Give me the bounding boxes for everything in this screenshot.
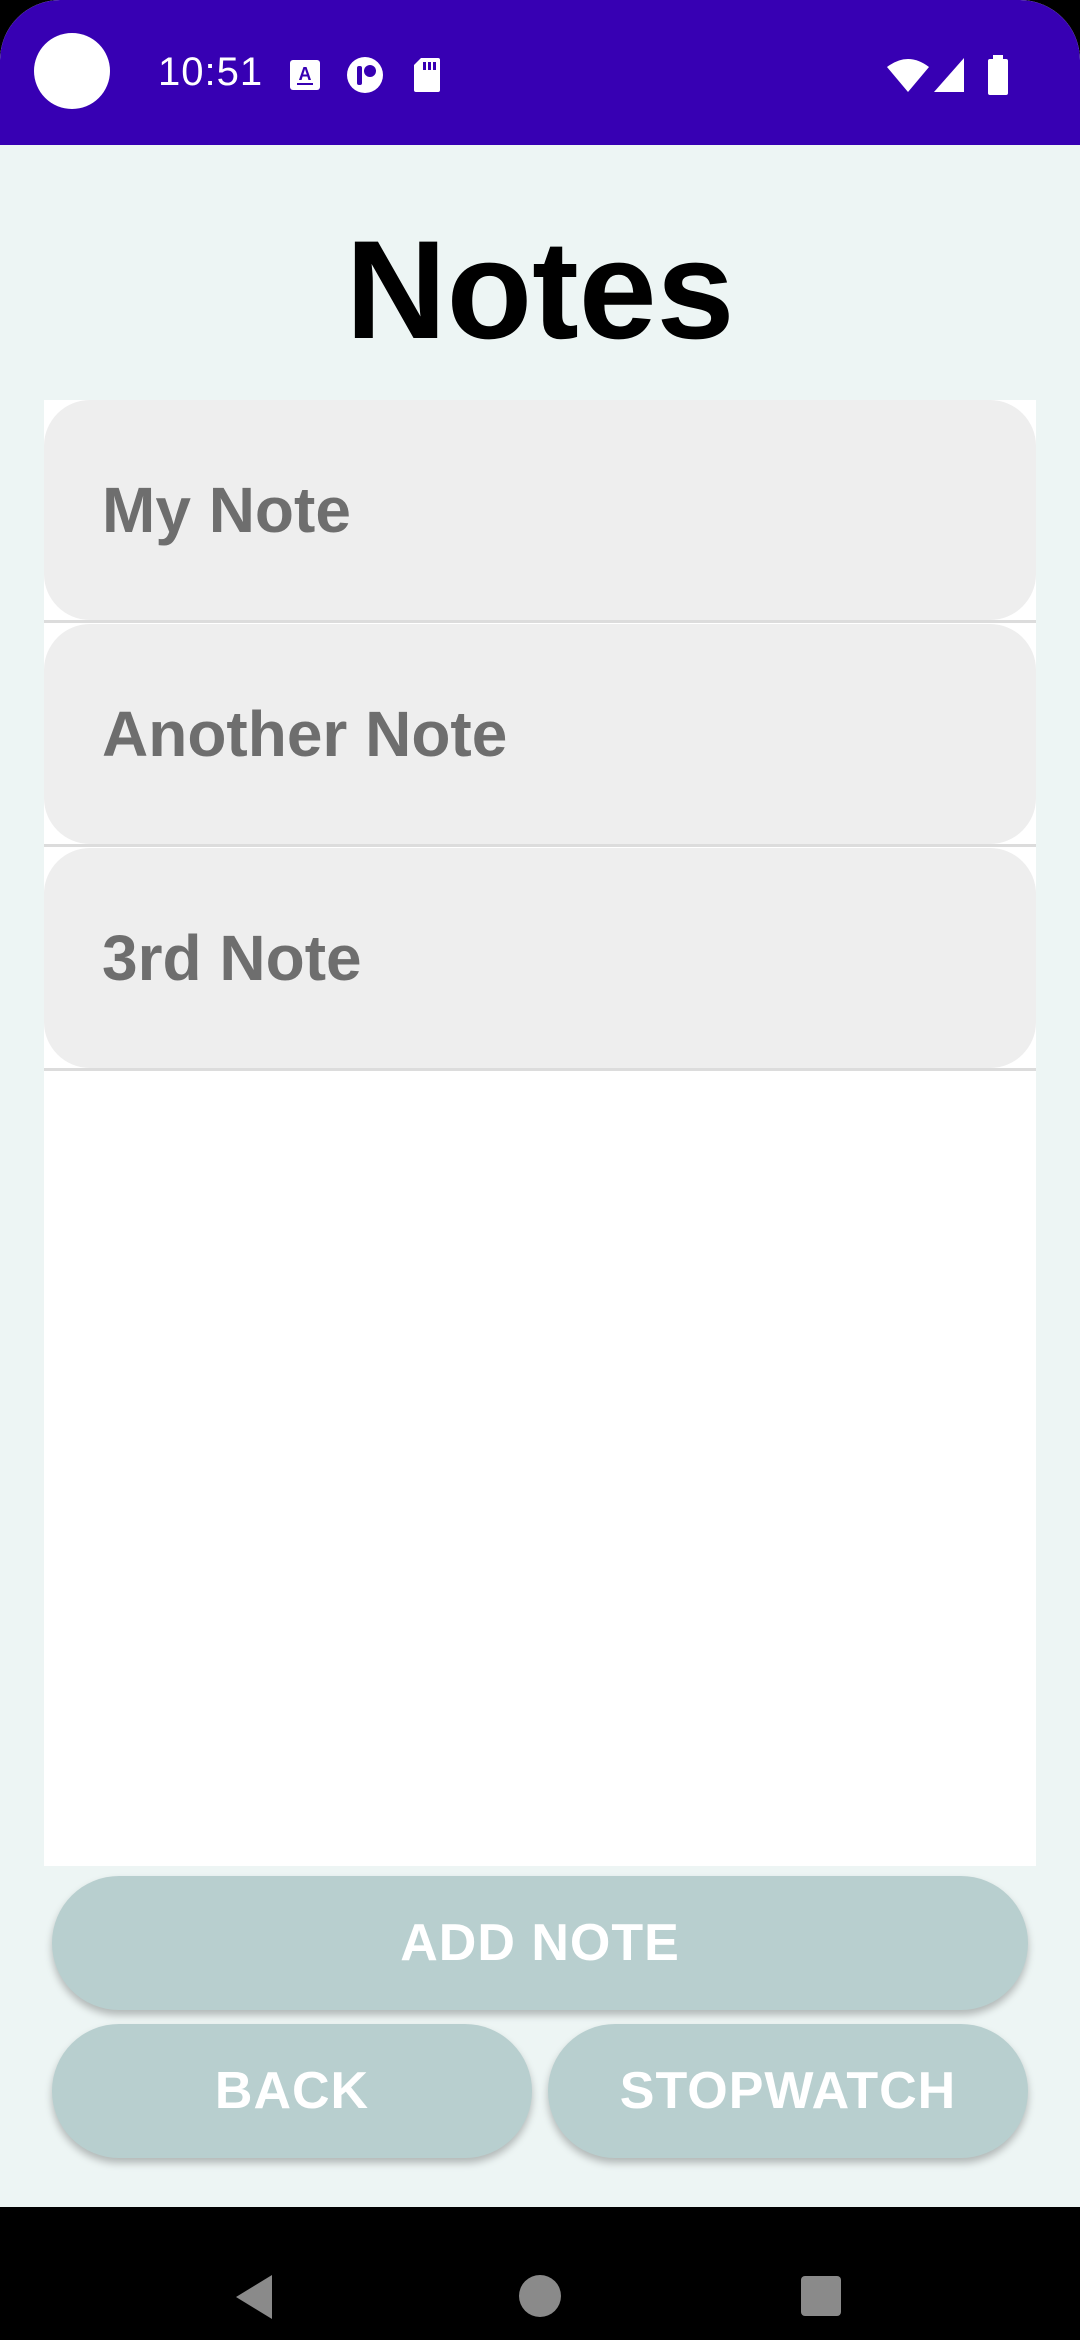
battery-icon <box>988 55 1008 95</box>
stopwatch-button[interactable]: STOPWATCH <box>548 2024 1028 2158</box>
note-item[interactable]: 3rd Note <box>44 848 1036 1068</box>
navigation-bar <box>0 2207 1080 2340</box>
note-item-label: Another Note <box>102 698 508 770</box>
note-item[interactable]: Another Note <box>44 624 1036 844</box>
cell-signal-icon <box>934 58 964 92</box>
recents-square-icon[interactable] <box>800 2275 842 2317</box>
list-divider <box>44 844 1036 847</box>
note-item-label: My Note <box>102 474 351 546</box>
status-bar: 10:51 A <box>0 0 1080 145</box>
home-circle-icon[interactable] <box>518 2274 562 2318</box>
add-note-button[interactable]: ADD NOTE <box>52 1876 1028 2010</box>
page-title: Notes <box>345 211 735 368</box>
status-time: 10:51 <box>158 50 264 94</box>
list-divider <box>44 1068 1036 1071</box>
back-triangle-icon[interactable] <box>234 2273 276 2321</box>
notes-list[interactable]: My Note Another Note 3rd Note <box>44 400 1036 1866</box>
camera-cutout-icon <box>34 33 110 109</box>
sd-card-icon <box>414 58 440 92</box>
wifi-icon <box>887 59 929 92</box>
back-button[interactable]: BACK <box>52 2024 532 2158</box>
stopwatch-button-label: STOPWATCH <box>619 2062 957 2120</box>
back-button-label: BACK <box>214 2062 370 2120</box>
accessibility-a-icon: A <box>290 60 320 90</box>
note-item-label: 3rd Note <box>102 922 362 994</box>
note-item[interactable]: My Note <box>44 400 1036 620</box>
svg-text:A: A <box>299 64 312 84</box>
app-screen: 10:51 A Notes My Note Another Note 3rd N… <box>0 0 1080 2340</box>
add-note-button-label: ADD NOTE <box>400 1914 680 1972</box>
app-notification-icon <box>347 57 383 93</box>
list-divider <box>44 620 1036 623</box>
